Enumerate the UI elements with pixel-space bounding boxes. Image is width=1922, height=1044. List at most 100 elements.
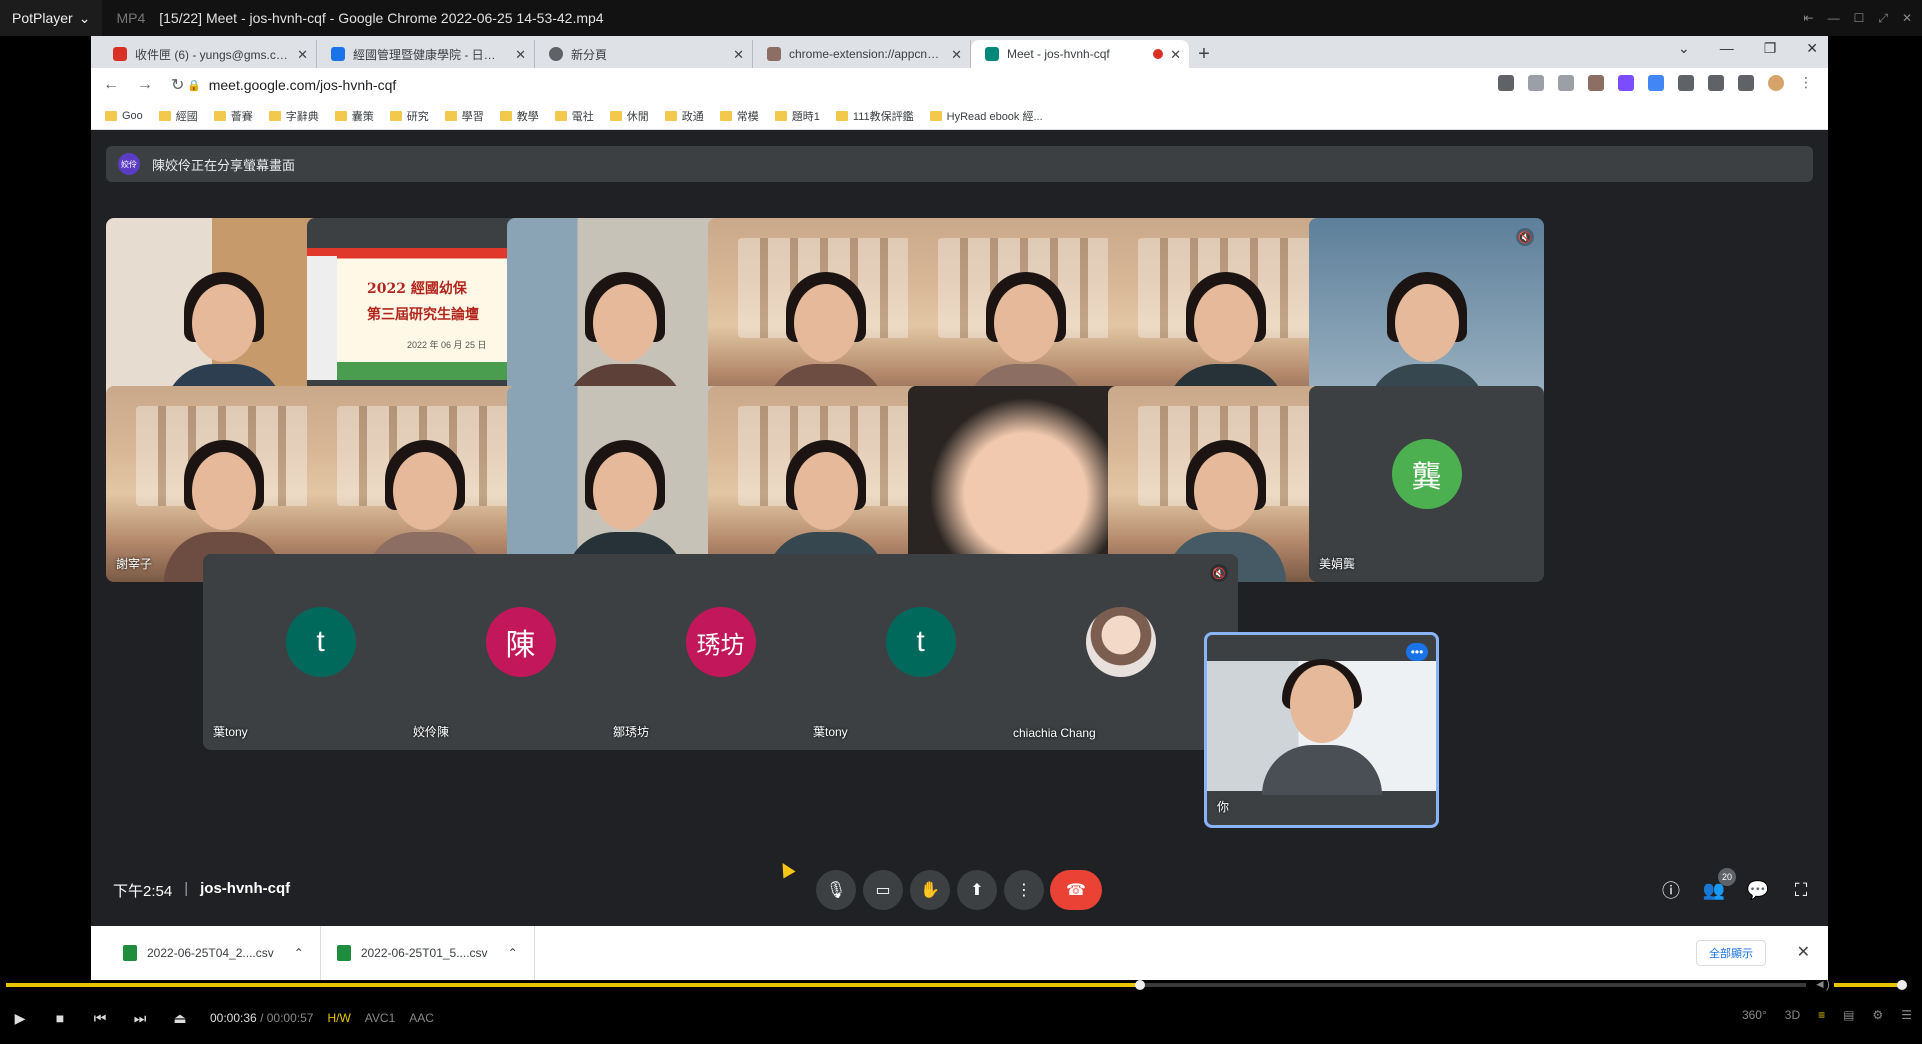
bookmark-item[interactable]: 字辭典: [268, 108, 319, 124]
close-icon[interactable]: ✕: [297, 47, 308, 63]
present-button[interactable]: ⬆: [957, 870, 997, 910]
bookmark-item[interactable]: 學習: [444, 108, 484, 124]
side-panel-icon[interactable]: [1738, 75, 1754, 91]
chevron-up-icon[interactable]: ⌃: [508, 946, 518, 960]
tab-meet[interactable]: Meet - jos-hvnh-cqf ✕: [971, 40, 1189, 68]
puzzle-icon[interactable]: [1678, 75, 1694, 91]
close-icon[interactable]: ✕: [951, 47, 962, 63]
seek-bar[interactable]: [6, 980, 1806, 990]
more-options-button[interactable]: •••: [1406, 643, 1428, 661]
participant-tile[interactable]: 陳姣伶: [106, 218, 341, 414]
back-icon[interactable]: ←: [103, 76, 119, 94]
raise-hand-button[interactable]: ✋: [910, 870, 950, 910]
participant-tile[interactable]: 🔇王萬依: [507, 218, 742, 414]
participant-name: chiachia Chang: [1013, 726, 1096, 740]
bookmark-item[interactable]: 薈賽: [213, 108, 253, 124]
minimize-button[interactable]: —: [1720, 40, 1734, 57]
bookmark-item[interactable]: 111教保評鑑: [835, 108, 914, 124]
folder-icon: [609, 110, 622, 121]
forward-icon[interactable]: →: [137, 76, 153, 94]
participant-tile[interactable]: 🔇孟婕廷: [507, 386, 742, 582]
close-icon[interactable]: ✕: [1170, 47, 1181, 63]
playlist-icon[interactable]: ▤: [1843, 1008, 1854, 1022]
microphone-button[interactable]: 🎙: [816, 870, 856, 910]
close-icon[interactable]: ✕: [515, 47, 526, 63]
restore-button[interactable]: ❐: [1764, 40, 1777, 57]
tab-gmail[interactable]: 收件匣 (6) - yungs@gms.cku.ec ✕: [99, 40, 317, 68]
menu-icon[interactable]: ☰: [1901, 1008, 1912, 1022]
people-button[interactable]: 👥 20: [1702, 868, 1736, 902]
camera-icon[interactable]: [1498, 75, 1514, 91]
show-all-button[interactable]: 全部顯示: [1696, 940, 1766, 966]
equalizer-icon[interactable]: ≡: [1818, 1008, 1825, 1022]
download-item[interactable]: 2022-06-25T01_5....csv ⌃: [321, 926, 535, 980]
translate-icon[interactable]: [1648, 75, 1664, 91]
participant-tile[interactable]: 🔇謝宰子: [106, 386, 341, 582]
star-icon[interactable]: [1558, 75, 1574, 91]
previous-button[interactable]: ⏮: [80, 998, 120, 1038]
volume-handle[interactable]: [1897, 980, 1907, 990]
bookmark-label: HyRead ebook 經...: [946, 110, 1043, 123]
hw-tag[interactable]: H/W: [327, 1011, 350, 1025]
bookmark-item[interactable]: 教學: [499, 108, 539, 124]
close-button[interactable]: ✕: [1902, 11, 1912, 25]
open-button[interactable]: ⏏: [160, 998, 200, 1038]
fullscreen-button[interactable]: ⤢: [1878, 11, 1888, 26]
tab-new-tab[interactable]: 新分頁 ✕: [535, 40, 753, 68]
camera-button[interactable]: ▭: [863, 870, 903, 910]
share-icon[interactable]: [1528, 75, 1544, 91]
minimize-button[interactable]: —: [1828, 11, 1840, 25]
avatar[interactable]: [1768, 75, 1784, 91]
address-bar[interactable]: 🔒 meet.google.com/jos-hvnh-cqf: [187, 72, 1587, 98]
player-menu-button[interactable]: PotPlayer ⌄: [0, 0, 103, 36]
bookmark-item[interactable]: Goo: [105, 110, 143, 122]
participant-tile[interactable]: 🔇 chiachia Chang: [1003, 554, 1238, 750]
more-options-button[interactable]: ⋮: [1004, 870, 1044, 910]
3d-button[interactable]: 3D: [1785, 1008, 1800, 1022]
bookmark-item[interactable]: 電社: [554, 108, 594, 124]
new-tab-button[interactable]: +: [1189, 40, 1219, 68]
extension-icon[interactable]: [1588, 75, 1604, 91]
volume-icon[interactable]: ◄): [1814, 977, 1830, 991]
extension-icon[interactable]: [1618, 75, 1634, 91]
bookmark-item[interactable]: 題時1: [774, 108, 820, 124]
close-icon[interactable]: ✕: [733, 47, 744, 63]
maximize-button[interactable]: ☐: [1854, 11, 1865, 25]
player-controls: ▶ ■ ⏮ ⏭ ⏏ 00:00:36 / 00:00:57 H/W AVC1 A…: [0, 998, 1922, 1038]
pin-icon[interactable]: ⇤: [1804, 11, 1814, 25]
participant-tile[interactable]: 龔美娟龔: [1309, 386, 1544, 582]
more-icon[interactable]: ⋮: [1798, 75, 1814, 91]
activities-button[interactable]: ⛶: [1789, 878, 1813, 902]
leave-call-button[interactable]: ☎: [1050, 870, 1102, 910]
download-item[interactable]: 2022-06-25T04_2....csv ⌃: [107, 926, 321, 980]
bookmark-item[interactable]: 政通: [664, 108, 704, 124]
bookmark-item[interactable]: HyRead ebook 經...: [929, 108, 1043, 124]
chevron-up-icon[interactable]: ⌃: [294, 946, 304, 960]
participant-tile[interactable]: 🔇莊慧琴: [1108, 386, 1343, 582]
tab-search-icon[interactable]: ⌄: [1678, 40, 1690, 57]
meeting-details-button[interactable]: ⓘ: [1659, 878, 1683, 902]
bookmark-item[interactable]: 休閒: [609, 108, 649, 124]
bookmark-item[interactable]: 研究: [389, 108, 429, 124]
bookmark-item[interactable]: 常模: [719, 108, 759, 124]
play-button[interactable]: ▶: [0, 998, 40, 1038]
participant-tile[interactable]: 🔇陳靜儀: [1309, 218, 1544, 414]
stop-button[interactable]: ■: [40, 998, 80, 1038]
settings-icon[interactable]: ⚙: [1872, 1008, 1883, 1022]
close-icon[interactable]: ✕: [1797, 942, 1810, 962]
reading-list-icon[interactable]: [1708, 75, 1724, 91]
bookmark-item[interactable]: 經國: [158, 108, 198, 124]
self-tile[interactable]: ••• 你: [1204, 632, 1439, 828]
browser-toolbar: ← → ↻ 🔒 meet.google.com/jos-hvnh-cqf ⋮: [91, 68, 1828, 102]
bookmark-item[interactable]: 囊策: [334, 108, 374, 124]
participant-tile[interactable]: 🔇吳敏如: [1108, 218, 1343, 414]
tab-calendar[interactable]: 經國管理暨健康學院 - 日曆 - 20 ✕: [317, 40, 535, 68]
volume-slider[interactable]: [1834, 983, 1904, 987]
chat-button[interactable]: 💬: [1746, 878, 1770, 902]
next-button[interactable]: ⏭: [120, 998, 160, 1038]
reload-icon[interactable]: ↻: [171, 75, 184, 95]
seek-handle[interactable]: [1135, 980, 1145, 990]
360-button[interactable]: 360°: [1742, 1008, 1767, 1022]
tab-extension[interactable]: chrome-extension://appcnhief ✕: [753, 40, 971, 68]
close-button[interactable]: ✕: [1806, 40, 1818, 57]
